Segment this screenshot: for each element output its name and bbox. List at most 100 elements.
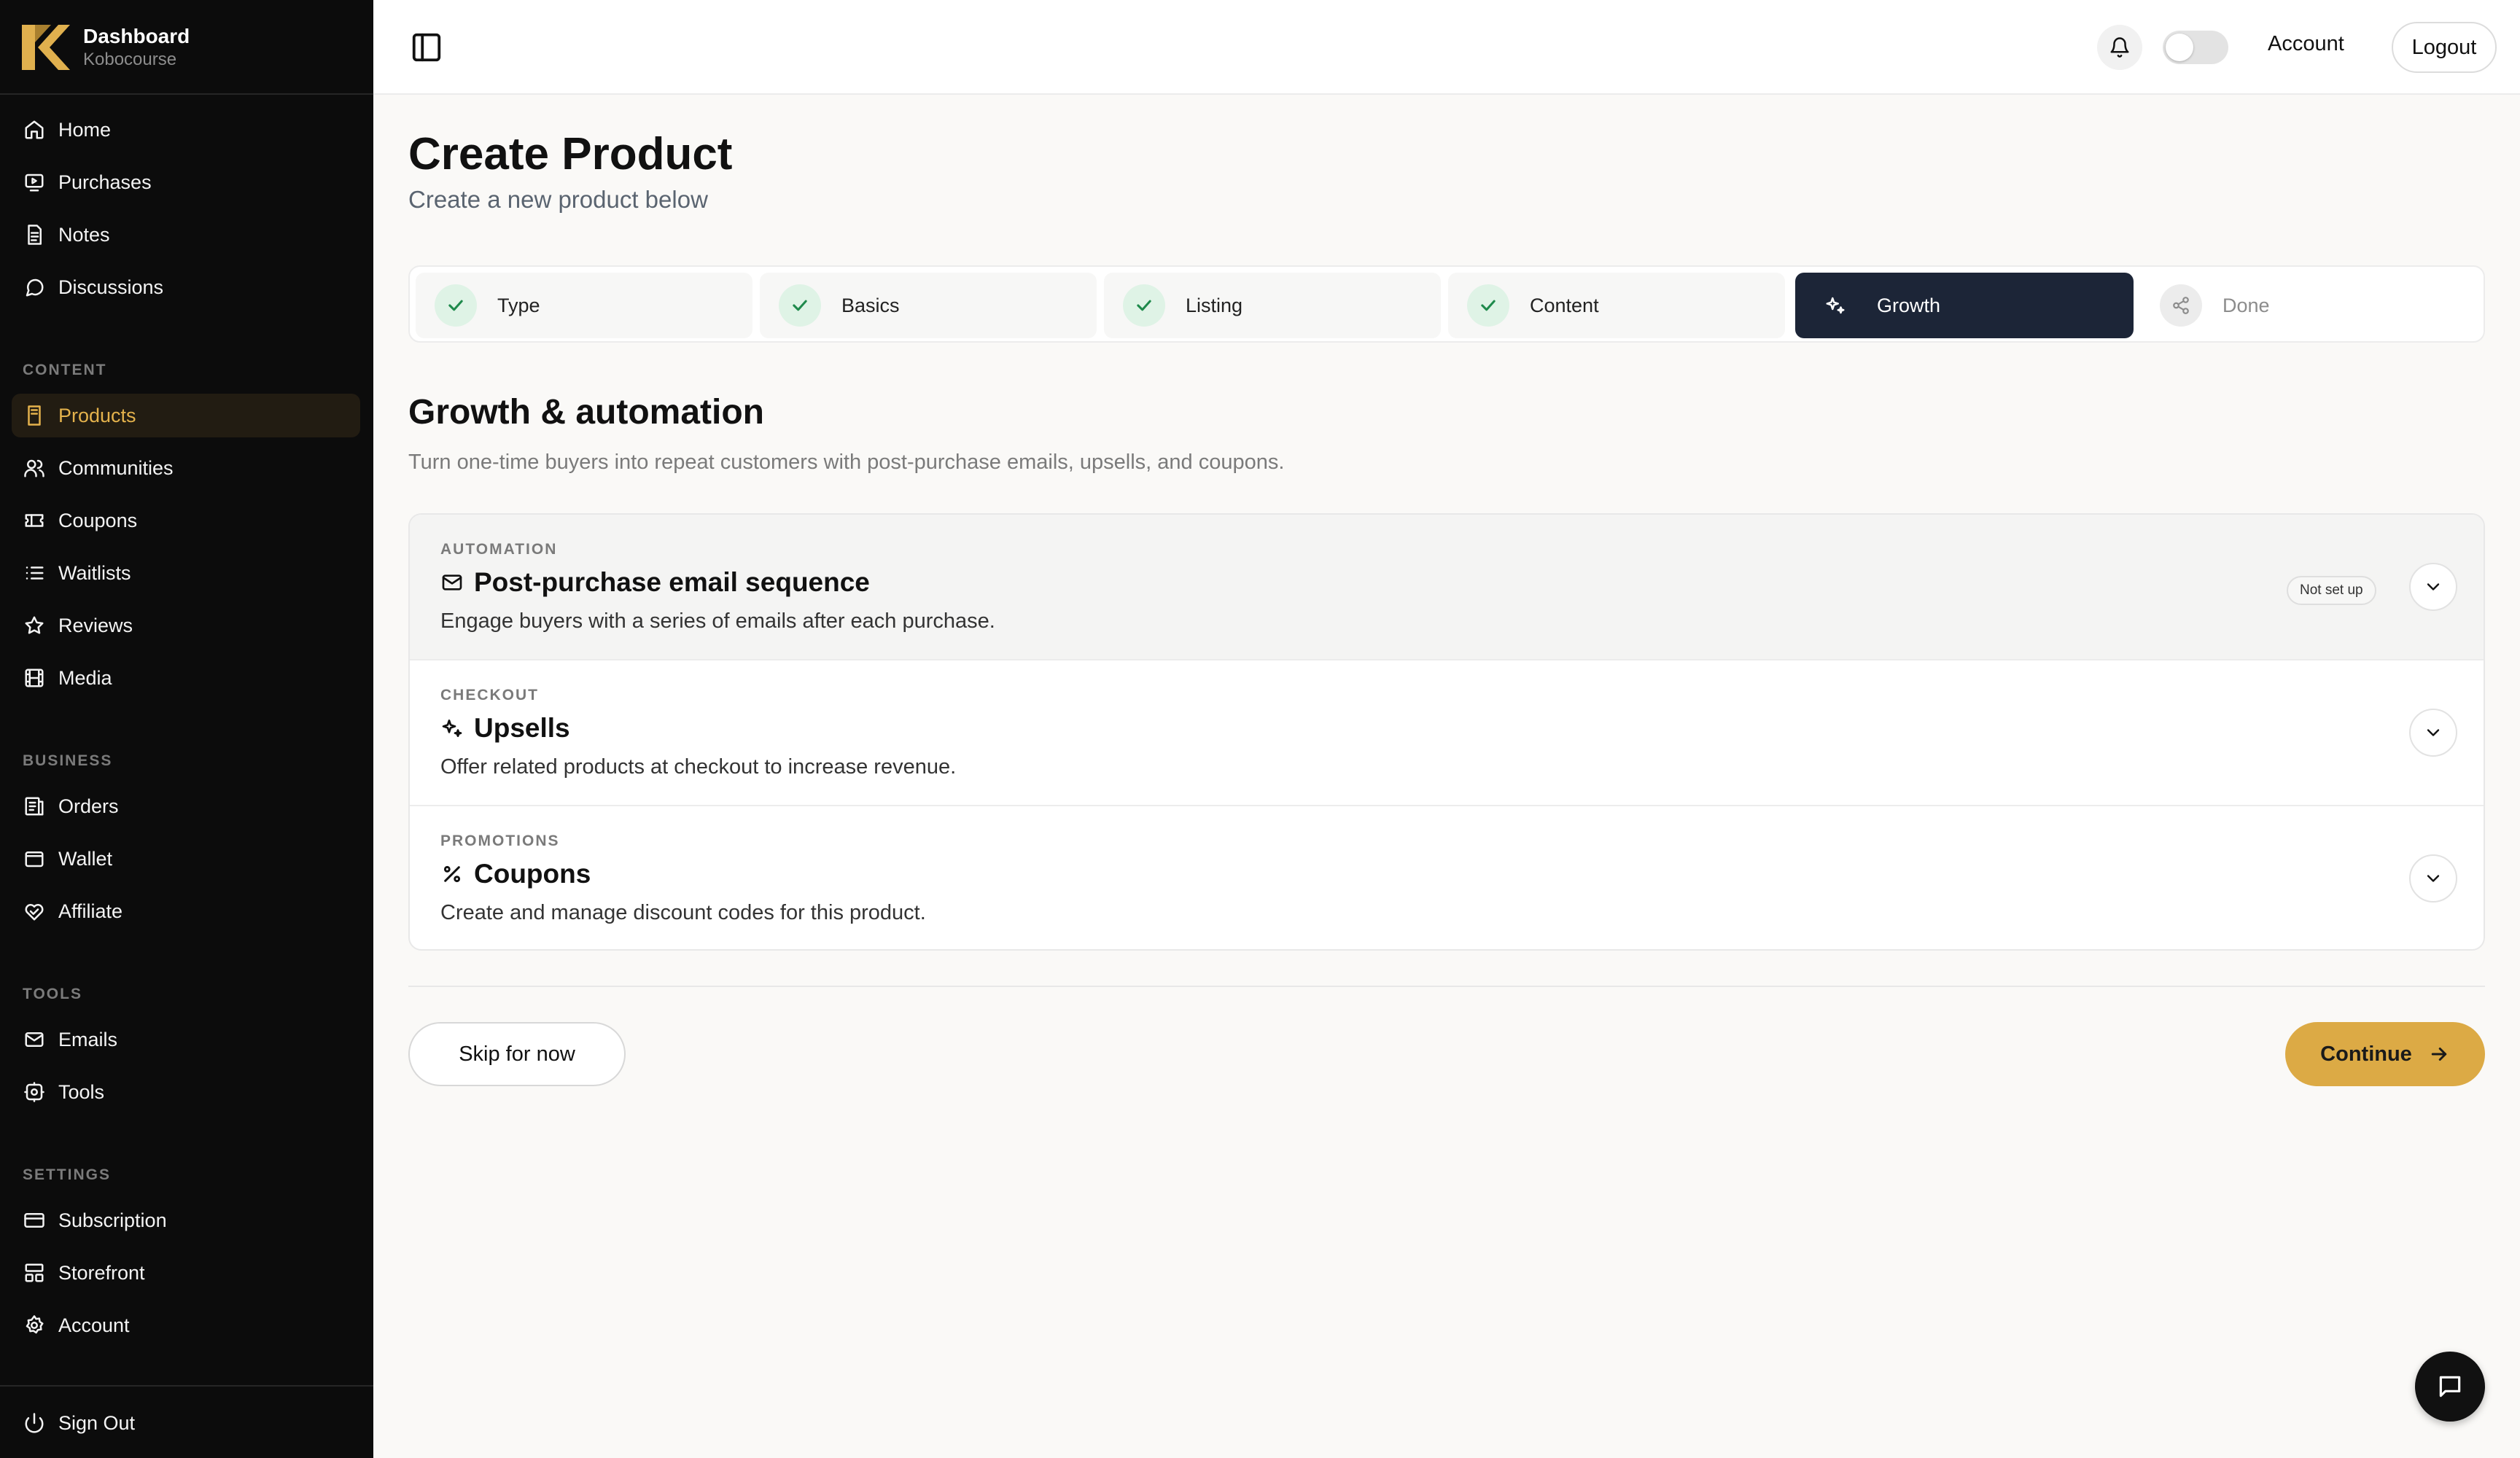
continue-button[interactable]: Continue — [2285, 1022, 2485, 1086]
sparkles-icon — [1814, 284, 1856, 327]
bell-icon — [2110, 37, 2129, 58]
sidebar-item-label: Products — [58, 404, 136, 426]
step-listing[interactable]: Listing — [1104, 273, 1441, 338]
mail-icon — [25, 1032, 44, 1047]
sidebar-item-label: Purchases — [58, 171, 152, 193]
step-label: Type — [497, 294, 540, 316]
panel-title: Post-purchase email sequence — [474, 567, 870, 597]
step-label: Content — [1530, 294, 1599, 316]
gear-icon — [26, 1315, 44, 1334]
sign-out-label: Sign Out — [58, 1411, 136, 1434]
check-icon — [779, 284, 821, 327]
panel-description: Engage buyers with a series of emails af… — [440, 609, 995, 633]
expand-button[interactable] — [2409, 854, 2457, 903]
sidebar-item-label: Communities — [58, 456, 174, 479]
coupons-icon — [25, 514, 44, 527]
waitlists-icon — [26, 566, 44, 580]
panel-eyebrow: CHECKOUT — [440, 687, 539, 703]
logout-button[interactable]: Logout — [2392, 22, 2497, 73]
growth-options-card: AUTOMATION Post-purchase email sequence … — [408, 513, 2485, 951]
section-label-business: BUSINESS — [23, 752, 113, 769]
sidebar-item-subscription[interactable]: Subscription — [12, 1198, 360, 1242]
sidebar-item-label: Storefront — [58, 1261, 145, 1284]
percent-icon — [443, 865, 461, 883]
sidebar-item-label: Reviews — [58, 614, 133, 636]
sidebar-item-label: Subscription — [58, 1209, 167, 1231]
mail-icon — [442, 574, 462, 590]
chat-button[interactable] — [2415, 1352, 2485, 1422]
divider — [408, 986, 2485, 987]
sidebar-item-label: Account — [58, 1314, 130, 1336]
sidebar-item-coupons[interactable]: Coupons — [12, 499, 360, 542]
step-label: Basics — [841, 294, 900, 316]
section-label-tools: TOOLS — [23, 986, 82, 1002]
topbar: Account Logout — [373, 0, 2520, 95]
panel-email-sequence[interactable]: AUTOMATION Post-purchase email sequence … — [410, 515, 2484, 660]
continue-label: Continue — [2320, 1042, 2412, 1066]
step-type[interactable]: Type — [416, 273, 752, 338]
status-badge: Not set up — [2287, 576, 2376, 605]
sidebar-item-orders[interactable]: Orders — [12, 784, 360, 828]
section-title: Growth & automation — [408, 393, 764, 432]
page-subtitle: Create a new product below — [408, 186, 708, 213]
section-label-content: CONTENT — [23, 362, 107, 378]
sidebar-item-media[interactable]: Media — [12, 656, 360, 700]
chevron-down-icon — [2427, 583, 2440, 590]
sidebar-item-label: Orders — [58, 795, 119, 817]
sidebar-item-label: Wallet — [58, 847, 113, 870]
arrow-right-icon — [2431, 1048, 2447, 1061]
panel-eyebrow: PROMOTIONS — [440, 833, 560, 849]
sidebar-item-home[interactable]: Home — [12, 108, 360, 152]
sidebar-item-waitlists[interactable]: Waitlists — [12, 551, 360, 595]
panel-upsells[interactable]: CHECKOUT Upsells Offer related products … — [410, 660, 2484, 806]
sidebar-item-label: Discussions — [58, 276, 164, 298]
sidebar-item-label: Coupons — [58, 509, 138, 531]
expand-button[interactable] — [2409, 563, 2457, 611]
sidebar-item-reviews[interactable]: Reviews — [12, 604, 360, 647]
step-growth[interactable]: Growth — [1795, 273, 2134, 338]
wallet-icon — [25, 851, 44, 868]
sidebar-item-products[interactable]: Products — [12, 394, 360, 437]
sidebar-item-purchases[interactable]: Purchases — [12, 160, 360, 204]
communities-icon — [24, 459, 44, 477]
notifications-button[interactable] — [2097, 25, 2142, 70]
divider — [0, 1385, 373, 1387]
panel-coupons[interactable]: PROMOTIONS Coupons Create and manage dis… — [410, 806, 2484, 949]
check-icon — [1123, 284, 1165, 327]
discussions-icon — [26, 278, 44, 297]
sidebar-item-communities[interactable]: Communities — [12, 446, 360, 490]
step-progress: Type Basics Listing Content Growth Done — [408, 265, 2485, 343]
page-title: Create Product — [408, 129, 733, 179]
storefront-icon — [25, 1263, 44, 1282]
account-link[interactable]: Account — [2268, 32, 2344, 56]
sidebar-item-emails[interactable]: Emails — [12, 1018, 360, 1061]
sidebar-toggle-icon[interactable] — [410, 31, 443, 64]
card-icon — [24, 1213, 44, 1228]
panel-title: Coupons — [474, 859, 591, 889]
step-label: Growth — [1877, 294, 1941, 316]
sign-out-button[interactable]: Sign Out — [12, 1401, 360, 1445]
sidebar-item-affiliate[interactable]: Affiliate — [12, 889, 360, 933]
sidebar-item-wallet[interactable]: Wallet — [12, 837, 360, 881]
sidebar-item-label: Emails — [58, 1028, 118, 1050]
theme-toggle[interactable] — [2163, 31, 2228, 64]
sidebar-item-tools[interactable]: Tools — [12, 1070, 360, 1114]
orders-icon — [25, 797, 44, 816]
brand[interactable]: Dashboard Kobocourse — [22, 22, 343, 73]
skip-button[interactable]: Skip for now — [408, 1022, 626, 1086]
sidebar-item-notes[interactable]: Notes — [12, 213, 360, 257]
step-basics[interactable]: Basics — [760, 273, 1097, 338]
affiliate-icon — [25, 904, 44, 921]
home-icon — [25, 120, 44, 139]
step-done[interactable]: Done — [2141, 273, 2478, 338]
sparkles-icon — [442, 720, 462, 737]
chevron-down-icon — [2427, 875, 2440, 882]
panel-title: Upsells — [474, 713, 570, 743]
step-content[interactable]: Content — [1448, 273, 1785, 338]
sidebar-item-discussions[interactable]: Discussions — [12, 265, 360, 309]
expand-button[interactable] — [2409, 709, 2457, 757]
notes-icon — [28, 225, 42, 245]
sidebar-item-storefront[interactable]: Storefront — [12, 1251, 360, 1295]
sidebar-item-account[interactable]: Account — [12, 1303, 360, 1347]
chat-icon — [2439, 1376, 2461, 1397]
